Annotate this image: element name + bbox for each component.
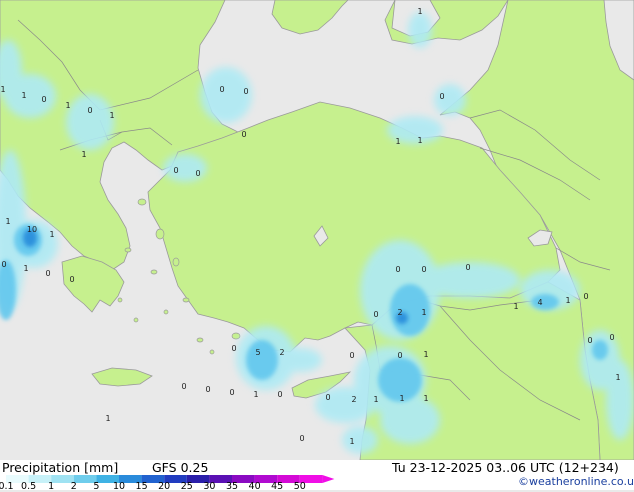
precip-value-label: 1 — [417, 7, 422, 16]
precip-value-label: 0 — [349, 351, 354, 360]
precip-value-label: 0 — [243, 87, 248, 96]
precip-value-label: 0 — [583, 292, 588, 301]
precip-value-label: 1 — [349, 437, 354, 446]
precip-value-label: 1 — [395, 137, 400, 146]
precip-value-label: 0 — [465, 263, 470, 272]
scale-tick-label: 25 — [180, 481, 193, 492]
precip-value-label: 1 — [421, 308, 426, 317]
scale-tick-label: 15 — [135, 481, 148, 492]
precip-value-label: 0 — [173, 166, 178, 175]
scale-tick-label: 20 — [158, 481, 171, 492]
precip-value-label: 1 — [0, 85, 5, 94]
precip-value-label: 1 — [423, 350, 428, 359]
precip-value-label: 0 — [439, 92, 444, 101]
precipitation-map: 11 010110 00 001 1011010 100100014100 2 10 010 5 2… — [0, 0, 634, 460]
precip-value-label: 0 — [1, 260, 6, 269]
precip-value-label: 4 — [537, 298, 542, 307]
precip-value-label: 1 — [81, 150, 86, 159]
precip-value-label: 0 — [231, 344, 236, 353]
precip-value-label: 0 — [195, 169, 200, 178]
precip-value-label: 0 — [87, 106, 92, 115]
precip-value-label: 1 — [21, 91, 26, 100]
precip-value-label: 0 — [277, 390, 282, 399]
precip-value-label: 1 — [5, 217, 10, 226]
precip-value-label: 1 — [109, 111, 114, 120]
precip-value-label: 0 — [609, 333, 614, 342]
precip-value-label: 1 — [373, 395, 378, 404]
precip-value-label: 1 — [105, 414, 110, 423]
precip-value-label: 1 — [253, 390, 258, 399]
precip-value-label: 0 — [181, 382, 186, 391]
precip-value-label: 1 — [23, 264, 28, 273]
precip-value-label: 1 — [65, 101, 70, 110]
precip-value-label: 1 — [49, 230, 54, 239]
precip-value-label: 0 — [229, 388, 234, 397]
scale-tick-label: 0.5 — [21, 481, 37, 492]
precip-value-label: 0 — [45, 269, 50, 278]
precip-value-label: 2 — [279, 348, 284, 357]
credit-label: ©weatheronline.co.uk — [518, 475, 634, 488]
scale-arrow — [322, 475, 335, 483]
scale-tick-label: 1 — [48, 481, 55, 492]
scale-tick-label: 5 — [93, 481, 100, 492]
precip-value-label: 0 — [397, 351, 402, 360]
scale-tick-label: 10 — [112, 481, 126, 492]
precip-value-label: 5 — [255, 348, 260, 357]
precip-value-label: 1 — [423, 394, 428, 403]
model-label: GFS 0.25 — [152, 460, 209, 475]
precip-value-label: 1 — [565, 296, 570, 305]
precip-value-label: 1 — [513, 302, 518, 311]
precip-value-label: 0 — [219, 85, 224, 94]
precip-value-label: 0 — [69, 275, 74, 284]
precip-value-label: 0 — [299, 434, 304, 443]
precip-value-label: 0 — [241, 130, 246, 139]
precip-value-label: 10 — [27, 225, 37, 234]
scale-tick-label: 35 — [225, 481, 239, 492]
precip-value-label: 0 — [395, 265, 400, 274]
precip-value-label: 0 — [587, 336, 592, 345]
scale-tick-label: 45 — [271, 481, 284, 492]
scale-tick-label: 0.1 — [0, 481, 14, 492]
precip-value-label: 0 — [325, 393, 330, 402]
precip-value-label: 1 — [399, 394, 404, 403]
precip-value-label: 2 — [397, 308, 402, 317]
precip-value-label: 0 — [41, 95, 46, 104]
scale-tick-label: 40 — [248, 481, 261, 492]
scale-tick-label: 2 — [70, 481, 77, 492]
precip-value-label: 1 — [615, 373, 620, 382]
precip-value-label: 1 — [417, 136, 422, 145]
precip-value-label: 0 — [421, 265, 426, 274]
precip-value-label: 2 — [351, 395, 356, 404]
variable-label: Precipitation [mm] — [2, 460, 119, 475]
scale-tick-label: 50 — [293, 481, 306, 492]
valid-time-label: Tu 23-12-2025 03..06 UTC (12+234) — [392, 460, 619, 475]
scale-tick-label: 30 — [203, 481, 216, 492]
precip-value-label: 0 — [373, 310, 378, 319]
precip-value-label: 0 — [205, 385, 210, 394]
